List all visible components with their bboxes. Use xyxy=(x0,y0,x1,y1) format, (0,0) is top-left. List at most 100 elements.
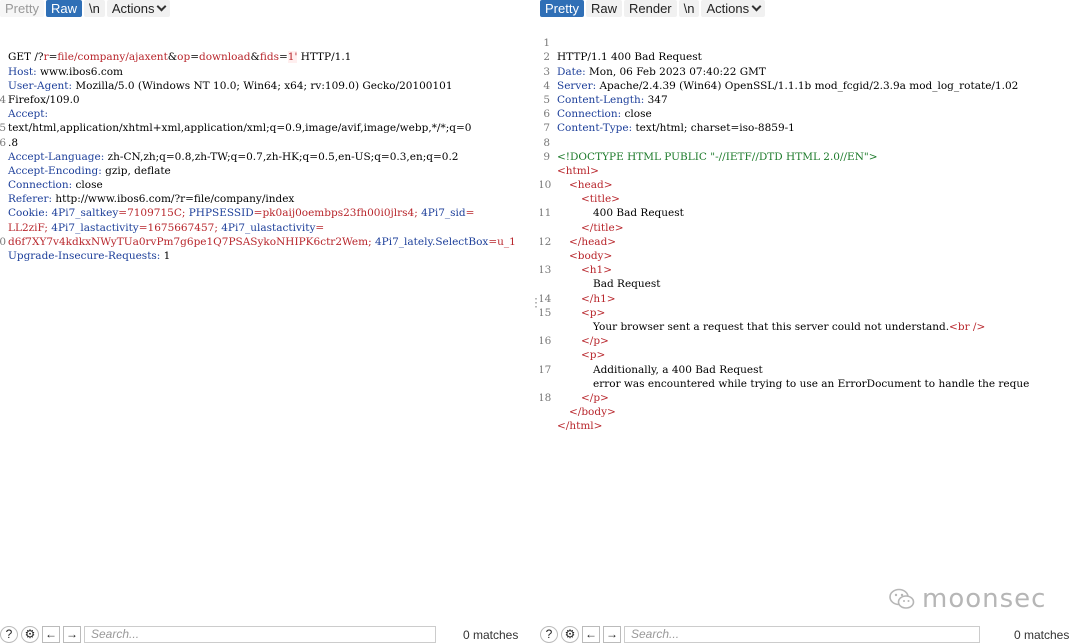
cookie-value: =u_1 xyxy=(488,235,516,248)
header-value: Mon, 06 Feb 2023 07:40:22 GMT xyxy=(585,65,766,78)
request-tab-newline[interactable]: \n xyxy=(83,0,105,17)
param-amp: & xyxy=(167,51,178,64)
help-icon[interactable]: ? xyxy=(540,626,558,643)
header-value: zh-CN,zh;q=0.8,zh-TW;q=0.7,zh-HK;q=0.5,e… xyxy=(104,150,459,163)
header-value: Mozilla/5.0 (Windows NT 10.0; Win64; x64… xyxy=(72,79,453,92)
header-value: close xyxy=(621,108,652,121)
p2-open: 16 <p> xyxy=(540,320,605,361)
html-tag: <head> xyxy=(569,179,613,192)
response-tab-raw[interactable]: Raw xyxy=(585,0,622,17)
request-panel: Pretty Raw \n Actions GET /?r=file/compa… xyxy=(0,0,532,643)
html-text: Bad Request xyxy=(593,278,661,291)
empty-line: 7 xyxy=(540,107,560,134)
header-server: 3 Server: Apache/2.4.39 (Win64) OpenSSL/… xyxy=(540,50,1018,92)
empty-line xyxy=(0,249,20,263)
response-actions-label: Actions xyxy=(706,1,750,16)
cookie-name: 4Pi7_lastactivity xyxy=(47,221,139,234)
response-tab-render[interactable]: Render xyxy=(623,0,677,17)
p2-text-2: 17 error was encountered while trying to… xyxy=(540,348,1029,390)
chevron-down-icon xyxy=(751,1,762,12)
arrow-right-icon[interactable]: → xyxy=(603,626,621,643)
html-tag: </body> xyxy=(569,406,616,419)
response-tab-pretty[interactable]: Pretty xyxy=(540,0,584,17)
request-tab-raw[interactable]: Raw xyxy=(45,0,82,17)
html-doctype: 8 <!DOCTYPE HTML PUBLIC "-//IETF//DTD HT… xyxy=(540,121,877,163)
body-close: 18 </body> xyxy=(540,377,616,418)
pane-divider[interactable] xyxy=(532,0,540,643)
header-accept: 4 Accept: xyxy=(0,79,48,120)
arrow-right-icon[interactable]: → xyxy=(63,626,81,643)
request-search-input[interactable]: Search... xyxy=(84,626,436,643)
request-search-bar: ? ⚙ ← → Search... 0 matches xyxy=(0,626,532,643)
header-value: gzip, deflate xyxy=(101,164,171,177)
param-amp: & xyxy=(250,51,260,64)
header-value: 347 xyxy=(644,93,668,106)
html-tag: </p> xyxy=(581,391,609,404)
html-tag: <title> xyxy=(581,193,620,206)
param-eq: = xyxy=(190,51,200,64)
doctype-text: <!DOCTYPE HTML PUBLIC "-//IETF//DTD HTML… xyxy=(557,150,878,163)
header-key: Accept-Encoding: xyxy=(8,164,102,177)
watermark: moonsec xyxy=(888,584,1046,614)
cookie-value: =7109715C; xyxy=(118,207,186,220)
response-search-input[interactable]: Search... xyxy=(624,626,980,643)
header-connection: Connection: close xyxy=(0,150,103,191)
header-value: 1 xyxy=(160,250,171,263)
request-tab-pretty[interactable]: Pretty xyxy=(0,0,44,17)
cookie-name: PHPSESSID xyxy=(185,207,254,220)
cookie-name: 4Pi7_saltkey xyxy=(48,207,119,220)
header-key: Date: xyxy=(557,65,586,78)
response-search-bar: ? ⚙ ← → Search... 0 matches xyxy=(540,626,1080,643)
cookie-value: =1675667457; xyxy=(138,221,218,234)
request-actions-menu[interactable]: Actions xyxy=(106,0,171,17)
request-editor[interactable]: GET /?r=file/company/ajaxent&op=download… xyxy=(0,22,516,263)
help-icon[interactable]: ? xyxy=(0,626,18,643)
header-user-agent: User-Agent: Mozilla/5.0 (Windows NT 10.0… xyxy=(0,50,453,92)
html-tag: <p> xyxy=(581,306,606,319)
cookie-value: d6f7XY7v4kdkxNWyTUa0rvPm7g6pe1Q7PSASykoN… xyxy=(8,235,372,248)
header-connection: 5 Connection: close xyxy=(540,79,651,120)
head-close: </head> xyxy=(540,206,616,248)
request-match-count: 0 matches xyxy=(463,628,519,642)
header-content-length: 4 Content-Length: 347 xyxy=(540,65,667,106)
param-name: op xyxy=(177,51,191,64)
gear-icon[interactable]: ⚙ xyxy=(561,626,579,643)
drag-handle-icon[interactable]: · · · xyxy=(533,295,539,313)
html-text: Your browser sent a request that this se… xyxy=(593,320,950,333)
arrow-left-icon[interactable]: ← xyxy=(42,626,60,643)
header-user-agent-wrap: Firefox/109.0 xyxy=(0,65,80,106)
request-toolbar: Pretty Raw \n Actions xyxy=(0,0,172,17)
param-name: fids xyxy=(259,51,279,64)
p-close: </p> xyxy=(540,306,609,347)
arrow-left-icon[interactable]: ← xyxy=(582,626,600,643)
response-actions-menu[interactable]: Actions xyxy=(701,0,766,17)
html-tag: <html> xyxy=(557,164,599,177)
header-accept-wrap: 5 .8 xyxy=(0,107,20,148)
empty-line xyxy=(540,405,560,419)
response-panel: Pretty Raw Render \n Actions 1 HTTP/1.1 … xyxy=(540,0,1080,643)
header-host: Host: www.ibos6.com xyxy=(0,36,123,78)
html-text: error was encountered while trying to us… xyxy=(593,377,1030,390)
html-tag: <br /> xyxy=(949,320,986,333)
response-match-count: 0 matches xyxy=(1014,628,1070,642)
body-open: 12 <body> xyxy=(540,221,612,262)
p1-text: 15 Your browser sent a request that this… xyxy=(540,292,985,333)
wechat-icon xyxy=(889,588,915,609)
header-accept-language: 6 Accept-Language: zh-CN,zh;q=0.8,zh-TW;… xyxy=(0,121,459,163)
response-tab-newline[interactable]: \n xyxy=(678,0,700,17)
chevron-down-icon xyxy=(157,1,167,12)
title-open: 10 <title> xyxy=(540,164,620,205)
gear-icon[interactable]: ⚙ xyxy=(21,626,39,643)
header-accept-encoding: Accept-Encoding: gzip, deflate xyxy=(0,136,171,177)
html-text: Additionally, a 400 Bad Request xyxy=(593,363,763,376)
p2-text-1: Additionally, a 400 Bad Request xyxy=(540,334,763,376)
header-referer: Referer: http://www.ibos6.com/?r=file/co… xyxy=(0,164,294,205)
param-value: download xyxy=(199,51,251,64)
param-value-injected: 1' xyxy=(287,51,298,64)
h1-open: <h1> xyxy=(540,235,612,276)
cookie-name: 4Pi7_sid xyxy=(417,207,466,220)
response-editor[interactable]: 1 HTTP/1.1 400 Bad Request 2 Date: Mon, … xyxy=(540,22,1029,432)
request-protocol: HTTP/1.1 xyxy=(297,51,352,64)
status-line: 1 HTTP/1.1 400 Bad Request xyxy=(540,22,702,63)
header-key: Accept-Language: xyxy=(8,150,105,163)
